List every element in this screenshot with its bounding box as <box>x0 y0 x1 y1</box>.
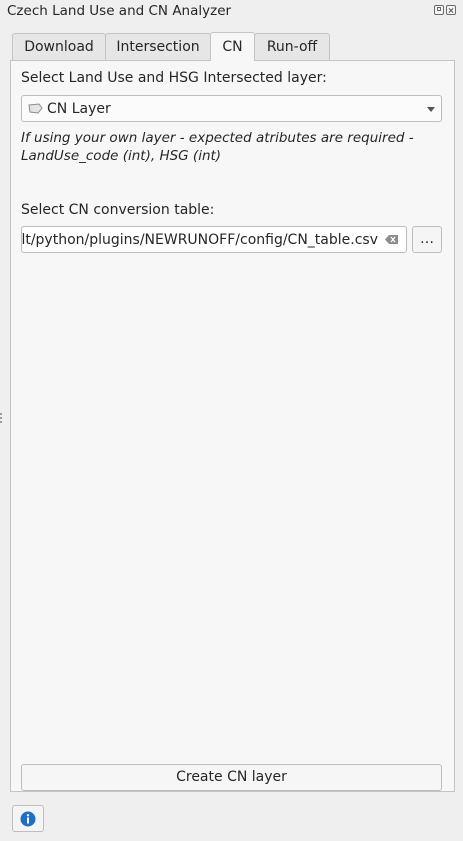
cn-table-label: Select CN conversion table: <box>21 202 215 218</box>
tab-download[interactable]: Download <box>12 33 106 60</box>
window-title: Czech Land Use and CN Analyzer <box>7 3 232 19</box>
info-icon <box>20 811 36 827</box>
resize-grip[interactable] <box>0 413 2 427</box>
tab-intersection[interactable]: Intersection <box>105 33 211 60</box>
tab-run-off[interactable]: Run-off <box>254 33 330 60</box>
close-icon[interactable] <box>446 5 456 15</box>
info-button[interactable] <box>12 805 44 832</box>
layer-combo-value: CN Layer <box>47 101 111 117</box>
create-cn-layer-button[interactable]: Create CN layer <box>21 764 442 791</box>
layer-select-label: Select Land Use and HSG Intersected laye… <box>21 70 327 86</box>
float-icon[interactable] <box>434 5 444 15</box>
polygon-layer-icon <box>28 103 43 114</box>
chevron-down-icon[interactable] <box>427 107 435 112</box>
clear-icon[interactable] <box>385 235 398 244</box>
cn-table-path-value: ult/python/plugins/NEWRUNOFF/config/CN_t… <box>21 232 378 248</box>
browse-button[interactable]: … <box>412 226 442 253</box>
cn-table-path-input[interactable]: ult/python/plugins/NEWRUNOFF/config/CN_t… <box>21 226 407 253</box>
tab-pane <box>10 60 455 792</box>
tab-cn[interactable]: CN <box>210 32 255 61</box>
attributes-hint: If using your own layer - expected atrib… <box>21 130 414 164</box>
layer-combo[interactable]: CN Layer <box>21 95 442 122</box>
title-bar: Czech Land Use and CN Analyzer <box>0 0 463 24</box>
